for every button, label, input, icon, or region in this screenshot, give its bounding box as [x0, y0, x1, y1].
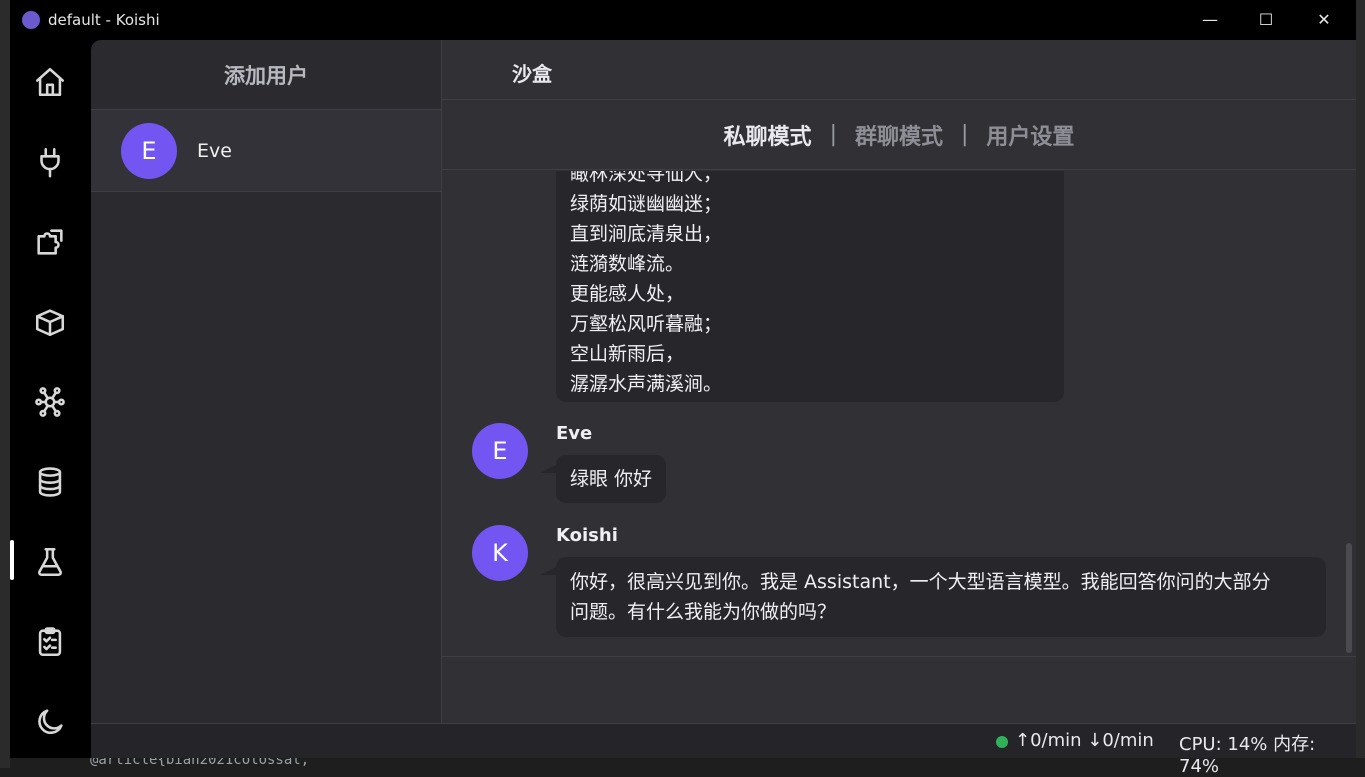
tab-private-chat[interactable]: 私聊模式 [724, 119, 812, 151]
sender-name: Koishi [556, 525, 618, 546]
add-user-button[interactable]: 添加用户 [91, 40, 441, 110]
tab-separator: | [829, 122, 837, 147]
database-icon[interactable] [28, 460, 72, 504]
mode-tabs: 私聊模式 | 群聊模式 | 用户设置 [442, 100, 1356, 170]
user-list-item[interactable]: E Eve [91, 110, 441, 192]
user-name: Eve [197, 139, 232, 162]
message-line: 万壑松风听暮融； [570, 313, 723, 335]
tab-group-chat[interactable]: 群聊模式 [855, 119, 943, 151]
online-status-icon [996, 736, 1008, 748]
user-sidebar: 添加用户 E Eve [91, 40, 442, 723]
chat-scrollbar[interactable] [1346, 543, 1352, 653]
avatar: E [472, 423, 528, 479]
message-line: 涟漪数峰流。 [570, 253, 685, 275]
message-line: 潺潺水声满溪涧。 [570, 373, 723, 395]
panel-header: 沙盒 [442, 40, 1356, 100]
status-bar: ↑0/min ↓0/min CPU: 14% 内存: 74% [91, 723, 1356, 777]
message-line: 直到涧底清泉出， [570, 223, 723, 245]
koishi-logo-icon [22, 11, 40, 29]
message-bubble: 你好，很高兴见到你。我是 Assistant，一个大型语言模型。我能回答你问的大… [556, 557, 1326, 637]
message-line: 绿荫如谜幽幽迷； [570, 193, 723, 215]
minimize-button[interactable]: — [1190, 8, 1230, 32]
close-button[interactable]: ✕ [1304, 8, 1344, 32]
title-bar: default - Koishi — ☐ ✕ [10, 0, 1356, 40]
message-bubble: 瞰林深处寻仙人， 绿荫如谜幽幽迷； 直到涧底清泉出， 涟漪数峰流。 更能感人处，… [556, 171, 1064, 402]
message-line: 你好，很高兴见到你。我是 Assistant，一个大型语言模型。我能回答你问的大… [570, 571, 1271, 593]
flask-icon[interactable] [28, 540, 72, 584]
window-title: default - Koishi [48, 11, 160, 29]
maximize-button[interactable]: ☐ [1246, 8, 1286, 32]
plug-icon[interactable] [28, 140, 72, 184]
active-indicator [10, 540, 14, 580]
home-icon[interactable] [28, 60, 72, 104]
left-edge [0, 0, 10, 768]
sandbox-panel: 沙盒 私聊模式 | 群聊模式 | 用户设置 瞰林深处寻仙人， 绿荫如谜幽幽迷； … [442, 40, 1356, 723]
message-line: 更能感人处， [570, 283, 685, 305]
right-edge [1356, 0, 1365, 768]
app-window: default - Koishi — ☐ ✕ 添加用户 E Eve 沙盒 私聊模… [10, 0, 1356, 777]
tab-user-settings[interactable]: 用户设置 [986, 119, 1074, 151]
tab-separator: | [961, 122, 969, 147]
page-title: 沙盒 [512, 62, 552, 86]
sender-name: Eve [556, 423, 593, 444]
puzzle-icon[interactable] [28, 220, 72, 264]
clipboard-check-icon[interactable] [28, 620, 72, 664]
avatar: E [121, 122, 177, 179]
chat-area[interactable]: 瞰林深处寻仙人， 绿荫如谜幽幽迷； 直到涧底清泉出， 涟漪数峰流。 更能感人处，… [442, 171, 1356, 657]
bubble-tail [540, 465, 556, 473]
bubble-tail [540, 567, 556, 575]
message-line: 空山新雨后， [570, 343, 685, 365]
network-icon[interactable] [28, 380, 72, 424]
box-icon[interactable] [28, 300, 72, 344]
moon-icon[interactable] [28, 700, 72, 744]
message-bubble: 绿眼 你好 [556, 455, 667, 503]
avatar: K [472, 525, 528, 581]
message-line: 瞰林深处寻仙人， [570, 171, 723, 185]
message-line: 问题。有什么我能为你做的吗？ [570, 601, 837, 623]
network-rate: ↑0/min ↓0/min [1015, 730, 1154, 751]
activity-bar [10, 40, 91, 758]
cpu-memory-usage: CPU: 14% 内存: 74% [1179, 734, 1316, 777]
